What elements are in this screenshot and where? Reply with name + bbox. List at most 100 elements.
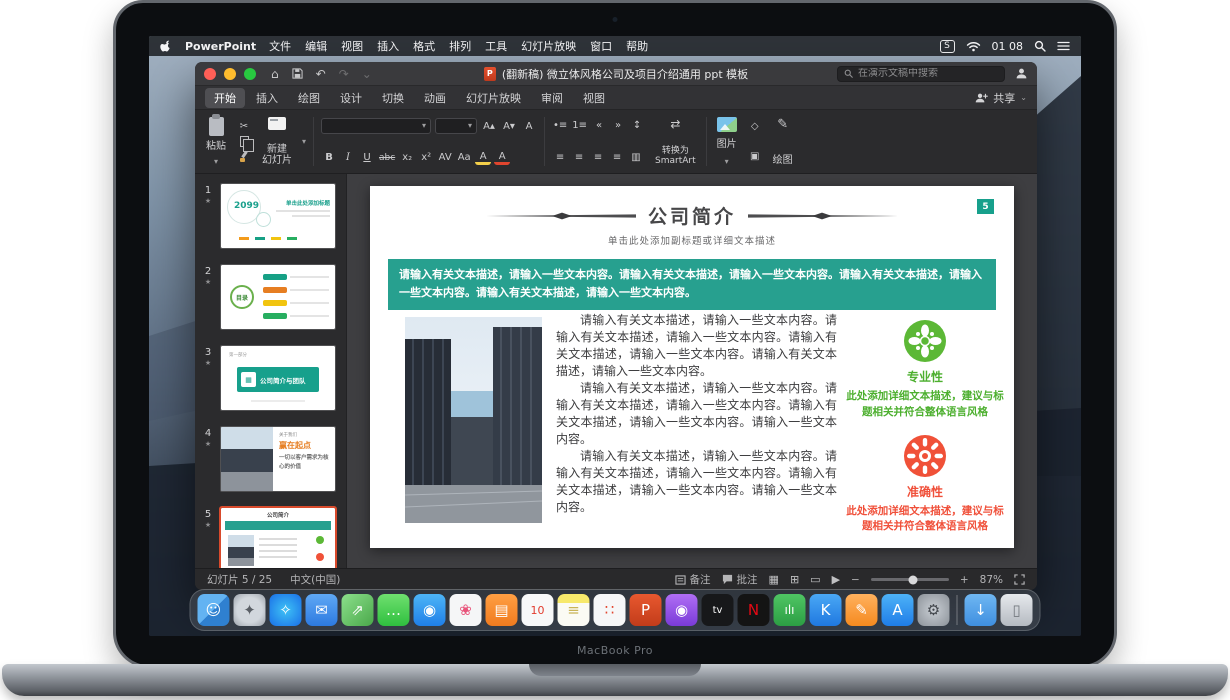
format-button-0[interactable]: B xyxy=(321,150,337,165)
draw-button[interactable]: ✎ 绘图 xyxy=(770,115,796,168)
slide-thumbnail-5-selected[interactable]: 5 ★ 公司简介 xyxy=(197,508,340,568)
dock-reminders-icon[interactable]: ∷ xyxy=(594,594,626,626)
dock-netflix-icon[interactable]: N xyxy=(738,594,770,626)
menubar-clock[interactable]: 01 08 xyxy=(992,40,1024,53)
dock-podcasts-icon[interactable]: ◉ xyxy=(666,594,698,626)
dock-launchpad-icon[interactable]: ✦ xyxy=(234,594,266,626)
menu-item-帮助[interactable]: 帮助 xyxy=(626,38,648,54)
language-indicator[interactable]: 中文(中国) xyxy=(290,572,340,587)
increase-font-size-button[interactable]: A▴ xyxy=(481,119,497,134)
thumbnail-preview[interactable]: 关于我们 赢在起点 一切以客户需求为核心的价值 xyxy=(221,427,335,491)
home-icon[interactable]: ⌂ xyxy=(271,67,279,81)
slide-thumbnail-1[interactable]: 1 ★ 2099 单击此处添加标题 xyxy=(197,184,340,248)
font-name-select[interactable]: ▾ xyxy=(321,118,431,134)
feature-professional[interactable]: 专业性 此处添加详细文本描述，建议与标题相关并符合整体语言风格 xyxy=(845,319,1005,421)
slide-subtitle[interactable]: 单击此处添加副标题或详细文本描述 xyxy=(608,233,776,247)
menu-item-幻灯片放映[interactable]: 幻灯片放映 xyxy=(521,38,576,54)
dock-finder-icon[interactable]: ☺ xyxy=(198,594,230,626)
dock-app-store-icon[interactable]: A xyxy=(882,594,914,626)
align-button-2[interactable]: ≡ xyxy=(590,150,606,165)
zoom-out-button[interactable]: − xyxy=(851,574,860,586)
align-button-4[interactable]: ▥ xyxy=(628,150,644,165)
format-button-4[interactable]: x₂ xyxy=(399,150,415,165)
menu-item-工具[interactable]: 工具 xyxy=(485,38,507,54)
dock-powerpoint-icon[interactable]: P xyxy=(630,594,662,626)
dock-calendar-icon[interactable]: 10 xyxy=(522,594,554,626)
dock-pages-icon[interactable]: ✎ xyxy=(846,594,878,626)
media-button[interactable]: ▣ xyxy=(747,149,763,164)
search-input[interactable] xyxy=(858,68,998,79)
customize-toolbar-icon[interactable]: ⌄ xyxy=(362,67,372,81)
paragraph-button-0[interactable]: •≡ xyxy=(552,118,568,133)
tab-插入[interactable]: 插入 xyxy=(247,88,287,108)
align-button-0[interactable]: ≡ xyxy=(552,150,568,165)
paragraph-button-4[interactable]: ↕ xyxy=(629,118,645,133)
zoom-slider[interactable] xyxy=(871,578,949,581)
shapes-button[interactable]: ◇ xyxy=(747,119,763,134)
dock-books-icon[interactable]: ▤ xyxy=(486,594,518,626)
current-slide[interactable]: 5 公司简介 xyxy=(370,186,1014,548)
dock-trash-icon[interactable]: ▯ xyxy=(1001,594,1033,626)
wifi-icon[interactable] xyxy=(966,41,981,52)
dock-mail-icon[interactable]: ✉ xyxy=(306,594,338,626)
slide-thumbnail-3[interactable]: 3 ★ 第一部分 ▦ 公司简介与团队 xyxy=(197,346,340,410)
slide-title[interactable]: 公司简介 xyxy=(648,202,736,229)
convert-to-smartart-button[interactable]: ⇄ 转换为SmartArt xyxy=(652,115,699,168)
zoom-slider-knob[interactable] xyxy=(908,575,917,584)
format-button-9[interactable]: A xyxy=(494,150,510,165)
dock-keynote-icon[interactable]: K xyxy=(810,594,842,626)
comments-toggle[interactable]: 批注 xyxy=(722,572,758,587)
menu-item-格式[interactable]: 格式 xyxy=(413,38,435,54)
slide-thumbnail-2[interactable]: 2 ★ 目录 xyxy=(197,265,340,329)
fullscreen-button[interactable] xyxy=(244,68,256,80)
slide-title-block[interactable]: 公司简介 单击此处添加副标题或详细文本描述 xyxy=(370,202,1014,247)
dock-notes-icon[interactable]: ≡ xyxy=(558,594,590,626)
tab-切换[interactable]: 切换 xyxy=(373,88,413,108)
thumbnail-preview[interactable]: 目录 xyxy=(221,265,335,329)
paragraph-button-3[interactable]: » xyxy=(610,118,626,133)
chevron-down-icon[interactable]: ▾ xyxy=(302,138,306,146)
dock-photos-icon[interactable]: ❀ xyxy=(450,594,482,626)
thumbnail-preview[interactable]: 2099 单击此处添加标题 xyxy=(221,184,335,248)
input-source-icon[interactable]: S xyxy=(940,40,955,53)
spotlight-search-icon[interactable] xyxy=(1034,40,1046,52)
document-search-field[interactable] xyxy=(837,66,1005,82)
notification-center-icon[interactable] xyxy=(1057,41,1070,51)
slideshow-button[interactable]: ▶ xyxy=(832,573,840,586)
menubar-app-name[interactable]: PowerPoint xyxy=(185,40,256,53)
undo-icon[interactable]: ↶ xyxy=(316,67,326,81)
dock-downloads-icon[interactable]: ↓ xyxy=(965,594,997,626)
dock-messages-icon[interactable]: … xyxy=(378,594,410,626)
save-icon[interactable] xyxy=(292,68,303,79)
tab-审阅[interactable]: 审阅 xyxy=(532,88,572,108)
menu-item-插入[interactable]: 插入 xyxy=(377,38,399,54)
insert-picture-button[interactable]: 图片 ▾ xyxy=(714,115,740,168)
thumbnail-preview[interactable]: 第一部分 ▦ 公司简介与团队 xyxy=(221,346,335,410)
tab-视图[interactable]: 视图 xyxy=(574,88,614,108)
menu-item-编辑[interactable]: 编辑 xyxy=(305,38,327,54)
dock-numbers-chart-icon[interactable]: ılı xyxy=(774,594,806,626)
dock-maps-icon[interactable]: ⇗ xyxy=(342,594,374,626)
new-slide-button[interactable]: 新建幻灯片 xyxy=(259,115,295,168)
notes-toggle[interactable]: 备注 xyxy=(675,572,711,587)
redo-icon[interactable]: ↷ xyxy=(339,67,349,81)
menu-item-排列[interactable]: 排列 xyxy=(449,38,471,54)
account-icon[interactable] xyxy=(1015,67,1028,80)
zoom-percentage[interactable]: 87% xyxy=(980,574,1003,586)
close-button[interactable] xyxy=(204,68,216,80)
menu-item-文件[interactable]: 文件 xyxy=(269,38,291,54)
dock-settings-icon[interactable]: ⚙ xyxy=(918,594,950,626)
dock-facetime-icon[interactable]: ◉ xyxy=(414,594,446,626)
clear-formatting-button[interactable]: A xyxy=(521,119,537,134)
dock-safari-icon[interactable]: ✧ xyxy=(270,594,302,626)
menu-item-视图[interactable]: 视图 xyxy=(341,38,363,54)
format-button-1[interactable]: I xyxy=(340,150,356,165)
tab-设计[interactable]: 设计 xyxy=(331,88,371,108)
dock-apple-tv-icon[interactable]: tv xyxy=(702,594,734,626)
slide-paragraph[interactable]: 请输入有关文本描述，请输入一些文本内容。请输入有关文本描述，请输入一些文本内容。… xyxy=(556,312,837,380)
apple-menu-icon[interactable] xyxy=(160,39,172,53)
slide-body-text[interactable]: 请输入有关文本描述，请输入一些文本内容。请输入有关文本描述，请输入一些文本内容。… xyxy=(556,312,837,516)
format-button-7[interactable]: Aa xyxy=(456,150,472,165)
font-size-select[interactable]: ▾ xyxy=(435,118,477,134)
slide-banner-textbox[interactable]: 请输入有关文本描述，请输入一些文本内容。请输入有关文本描述，请输入一些文本内容。… xyxy=(388,259,996,310)
